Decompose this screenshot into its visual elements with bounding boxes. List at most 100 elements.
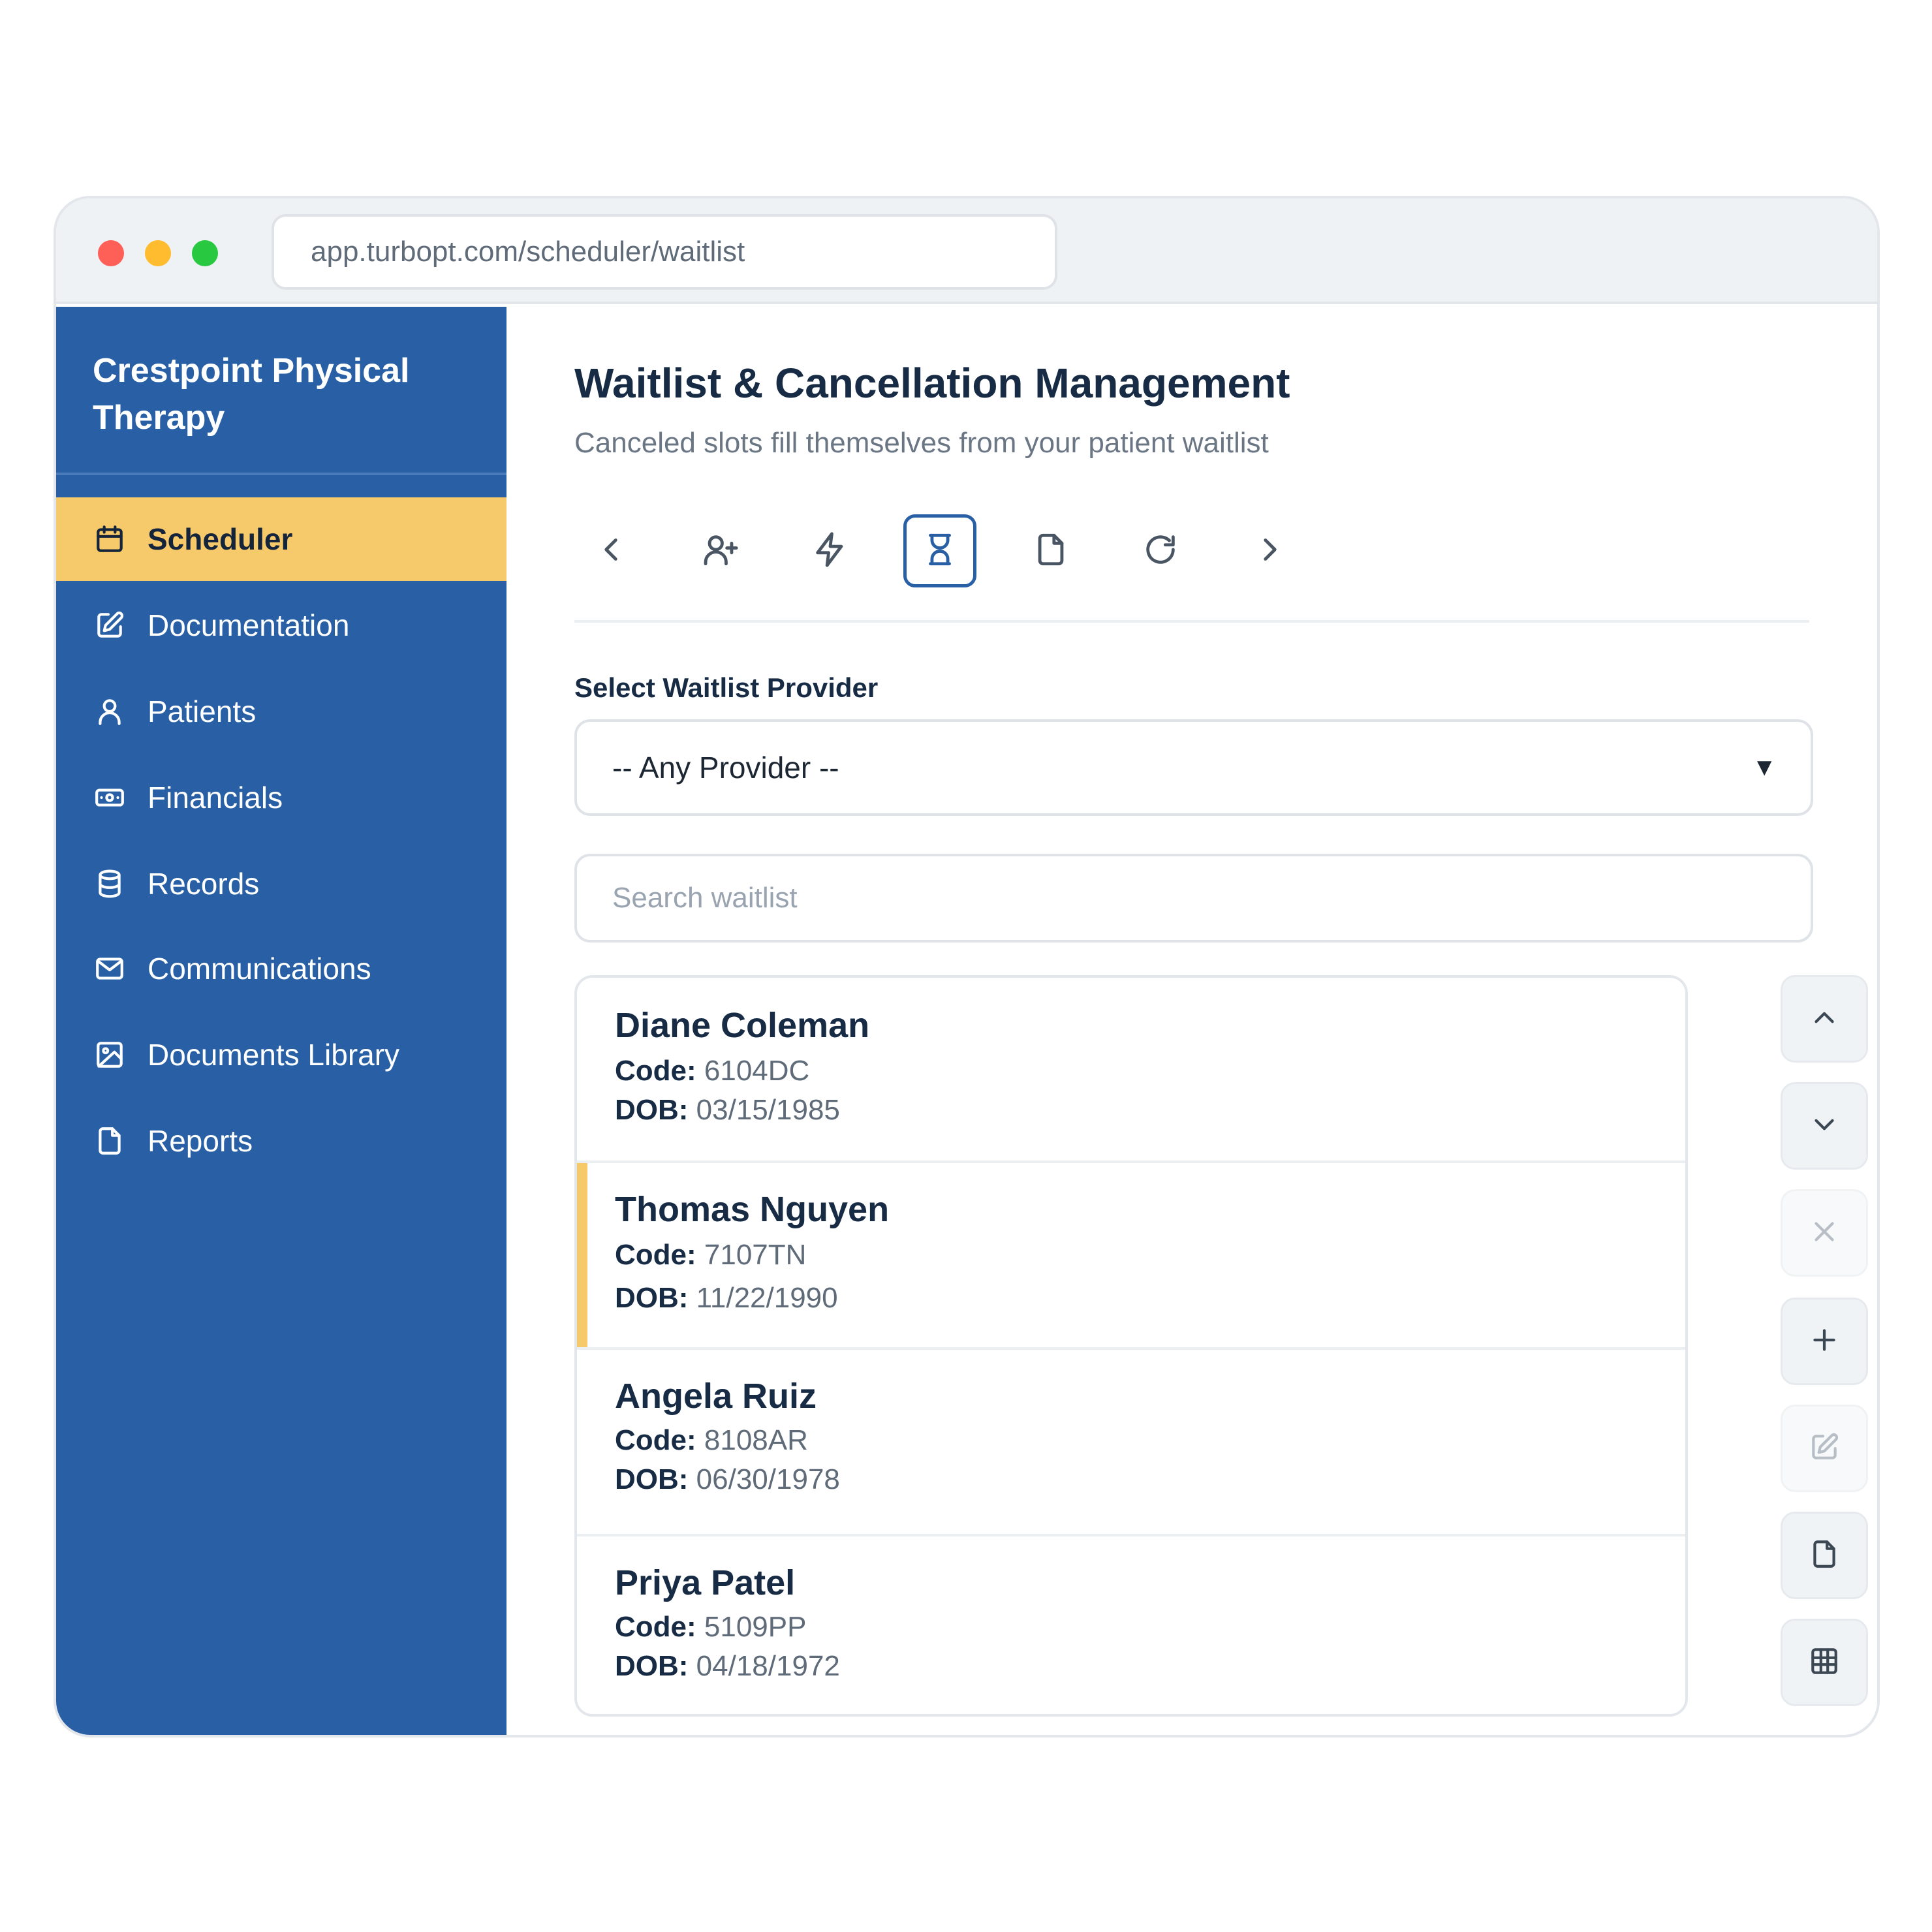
provider-select[interactable]: -- Any Provider -- ▼ (574, 719, 1813, 816)
quick-fill-button[interactable] (794, 514, 867, 587)
cash-icon (93, 781, 127, 815)
user-icon (93, 694, 127, 728)
user-plus-icon (702, 531, 740, 572)
minimize-window-button[interactable] (145, 240, 171, 266)
sidebar: Crestpoint Physical Therapy Scheduler Do… (56, 307, 506, 1735)
provider-label: Select Waitlist Provider (574, 672, 879, 703)
patient-name: Angela Ruiz (615, 1377, 817, 1416)
close-icon (1808, 1215, 1841, 1251)
list-item[interactable]: Priya Patel Code: 5109PP DOB: 04/18/1972 (577, 1536, 1685, 1714)
sidebar-item-label: Records (148, 867, 260, 901)
sidebar-item-label: Financials (148, 781, 283, 815)
provider-select-value: -- Any Provider -- (612, 751, 839, 785)
chevron-left-icon (592, 531, 630, 572)
brand-name: Crestpoint Physical Therapy (93, 352, 410, 437)
address-bar[interactable]: app.turbopt.com/scheduler/waitlist (272, 214, 1057, 290)
main-content: Waitlist & Cancellation Management Cance… (506, 307, 1877, 1735)
list-item[interactable]: Angela Ruiz Code: 8108AR DOB: 06/30/1978 (577, 1350, 1685, 1536)
patient-name: Diane Coleman (615, 1006, 870, 1045)
code-value: 7107TN (704, 1239, 807, 1271)
chevron-right-icon (1251, 531, 1289, 572)
code-value: 8108AR (704, 1424, 808, 1456)
browser-titlebar: app.turbopt.com/scheduler/waitlist (56, 198, 1877, 304)
image-icon (93, 1038, 127, 1072)
move-down-button[interactable] (1781, 1082, 1868, 1170)
list-item[interactable]: Diane Coleman Code: 6104DC DOB: 03/15/19… (577, 978, 1685, 1163)
code-label: Code: (615, 1239, 696, 1271)
patient-dob: DOB: 04/18/1972 (615, 1650, 840, 1683)
sidebar-divider (56, 473, 506, 475)
patient-dob: DOB: 11/22/1990 (615, 1282, 838, 1315)
prev-button[interactable] (574, 514, 647, 587)
patient-dob: DOB: 03/15/1985 (615, 1094, 840, 1127)
close-window-button[interactable] (98, 240, 124, 266)
file-icon (1808, 1538, 1841, 1574)
calendar-icon (93, 522, 127, 556)
chevron-up-icon (1808, 1001, 1841, 1037)
toolbar-divider (574, 620, 1809, 623)
caret-down-icon: ▼ (1752, 753, 1777, 781)
dob-label: DOB: (615, 1650, 689, 1682)
table-icon (1808, 1645, 1841, 1681)
dob-value: 06/30/1978 (696, 1463, 840, 1495)
browser-window: app.turbopt.com/scheduler/waitlist Crest… (54, 196, 1880, 1737)
add-button[interactable] (1781, 1298, 1868, 1385)
plus-icon (1808, 1324, 1841, 1360)
dob-label: DOB: (615, 1463, 689, 1495)
patient-name: Thomas Nguyen (615, 1190, 890, 1229)
code-label: Code: (615, 1424, 696, 1456)
sidebar-item-communications[interactable]: Communications (56, 927, 506, 1010)
dob-value: 04/18/1972 (696, 1650, 840, 1682)
document-button[interactable] (1014, 514, 1087, 587)
maximize-window-button[interactable] (192, 240, 218, 266)
file-icon (1032, 531, 1070, 572)
patient-code: Code: 5109PP (615, 1611, 806, 1644)
sidebar-item-patients[interactable]: Patients (56, 670, 506, 753)
sidebar-item-label: Scheduler (148, 522, 293, 556)
chevron-down-icon (1808, 1108, 1841, 1144)
hourglass-icon (921, 531, 959, 572)
code-label: Code: (615, 1055, 696, 1087)
waitlist-button[interactable] (903, 514, 976, 587)
sidebar-item-label: Documents Library (148, 1038, 400, 1072)
patient-name: Priya Patel (615, 1563, 796, 1602)
search-input[interactable] (574, 854, 1813, 943)
dob-value: 03/15/1985 (696, 1094, 840, 1126)
database-icon (93, 867, 127, 901)
sidebar-item-records[interactable]: Records (56, 842, 506, 926)
sidebar-item-label: Patients (148, 694, 257, 728)
patient-code: Code: 8108AR (615, 1424, 808, 1457)
code-label: Code: (615, 1611, 696, 1643)
edit-icon (93, 608, 127, 642)
move-up-button[interactable] (1781, 975, 1868, 1063)
sidebar-item-label: Documentation (148, 608, 350, 642)
sidebar-item-financials[interactable]: Financials (56, 756, 506, 839)
file-icon (93, 1124, 127, 1158)
sidebar-item-label: Reports (148, 1124, 253, 1158)
remove-button[interactable] (1781, 1189, 1868, 1277)
sidebar-item-reports[interactable]: Reports (56, 1099, 506, 1183)
sidebar-item-label: Communications (148, 952, 371, 986)
code-value: 6104DC (704, 1055, 810, 1087)
mail-icon (93, 952, 127, 986)
document-button[interactable] (1781, 1512, 1868, 1599)
list-item[interactable]: Thomas Nguyen Code: 7107TN DOB: 11/22/19… (577, 1163, 1685, 1350)
patient-code: Code: 7107TN (615, 1239, 806, 1271)
add-patient-button[interactable] (684, 514, 757, 587)
refresh-icon (1142, 531, 1179, 572)
next-button[interactable] (1234, 514, 1307, 587)
address-bar-url: app.turbopt.com/scheduler/waitlist (311, 236, 745, 268)
sidebar-item-documentation[interactable]: Documentation (56, 584, 506, 667)
patient-dob: DOB: 06/30/1978 (615, 1463, 840, 1496)
refresh-button[interactable] (1124, 514, 1197, 587)
patient-code: Code: 6104DC (615, 1055, 809, 1087)
sidebar-item-documents-library[interactable]: Documents Library (56, 1013, 506, 1097)
lightning-icon (811, 531, 849, 572)
edit-button[interactable] (1781, 1405, 1868, 1492)
table-view-button[interactable] (1781, 1619, 1868, 1706)
dob-label: DOB: (615, 1094, 689, 1126)
dob-label: DOB: (615, 1282, 689, 1314)
sidebar-item-scheduler[interactable]: Scheduler (56, 497, 506, 581)
waitlist-list: Diane Coleman Code: 6104DC DOB: 03/15/19… (574, 975, 1688, 1717)
edit-icon (1808, 1431, 1841, 1467)
